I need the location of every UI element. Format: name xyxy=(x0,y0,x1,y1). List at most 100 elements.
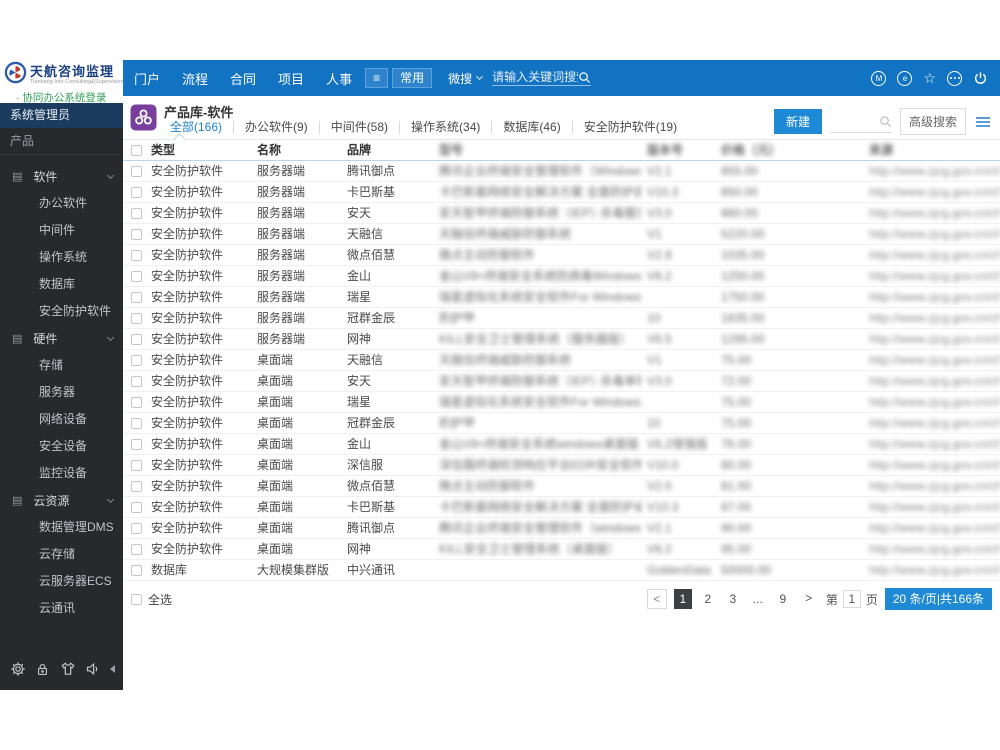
sidebar-item-2[interactable]: 操作系统 xyxy=(0,244,123,271)
row-checkbox[interactable] xyxy=(131,438,142,450)
global-search-input[interactable] xyxy=(492,70,579,84)
row-checkbox[interactable] xyxy=(131,543,142,555)
table-row[interactable]: 安全防护软件 桌面端 深信服 深信服终端检测响应平台EDR安全软件 V10.0 … xyxy=(123,455,1000,476)
row-checkbox[interactable] xyxy=(131,564,142,576)
contact-icon[interactable]: e xyxy=(897,70,913,86)
table-row[interactable]: 安全防护软件 桌面端 金山 金山V8+终端安全系统windows桌面版 V6.2… xyxy=(123,434,1000,455)
row-checkbox[interactable] xyxy=(131,270,142,282)
table-row[interactable]: 安全防护软件 服务器端 卡巴斯基 卡巴斯基网络安全解决方案 全面防护高级版（KL… xyxy=(123,182,1000,203)
page-number-1[interactable]: 2 xyxy=(699,589,717,609)
theme-shirt-icon[interactable] xyxy=(60,661,76,677)
favorites-star-icon[interactable]: ☆ xyxy=(923,70,936,86)
sidebar-item-2[interactable]: 云服务器ECS xyxy=(0,568,123,595)
table-row[interactable]: 安全防护软件 服务器端 金山 金山V8+终端安全系统防病毒Windows服务器版… xyxy=(123,266,1000,287)
sidebar-item-1[interactable]: 服务器 xyxy=(0,379,123,406)
sidebar-section-header-0[interactable]: ▤ 软件 xyxy=(0,163,123,190)
sidebar-module-product[interactable]: 产品 xyxy=(0,128,123,155)
table-row[interactable]: 安全防护软件 服务器端 冠群金辰 豹护甲 10 1835.00 http://w… xyxy=(123,308,1000,329)
advanced-search-button[interactable]: 高级搜索 xyxy=(899,108,966,135)
table-row[interactable]: 安全防护软件 桌面端 瑞星 瑞星虚拟化系统安全软件For Windows桌面版 … xyxy=(123,392,1000,413)
table-row[interactable]: 安全防护软件 桌面端 冠群金辰 豹护甲 10 75.00 http://www.… xyxy=(123,413,1000,434)
table-row[interactable]: 安全防护软件 桌面端 网神 KILL安全卫士管理系统（桌面版） V6.2 95.… xyxy=(123,539,1000,560)
sidebar-section-header-1[interactable]: ▤ 硬件 xyxy=(0,325,123,352)
next-page-button[interactable]: > xyxy=(799,589,819,609)
tab-5[interactable]: 安全防护软件(19) xyxy=(571,120,688,134)
nav-item-4[interactable]: 人事 xyxy=(326,69,352,88)
row-checkbox[interactable] xyxy=(131,186,142,198)
settings-gear-icon[interactable] xyxy=(10,661,26,677)
sidebar-item-2[interactable]: 网络设备 xyxy=(0,406,123,433)
prev-page-button[interactable]: < xyxy=(646,589,667,609)
sidebar-section-header-2[interactable]: ▤ 云资源 xyxy=(0,487,123,514)
table-row[interactable]: 安全防护软件 服务器端 腾讯御点 腾讯企业终端安全管理软件（Windows版） … xyxy=(123,161,1000,182)
more-icon[interactable] xyxy=(947,70,962,86)
sound-speaker-icon[interactable] xyxy=(85,661,101,677)
list-view-icon[interactable] xyxy=(974,115,992,129)
sidebar-item-4[interactable]: 监控设备 xyxy=(0,460,123,487)
sidebar-item-0[interactable]: 存储 xyxy=(0,352,123,379)
nav-item-1[interactable]: 流程 xyxy=(182,69,208,88)
search-scope-dropdown[interactable]: 微搜 xyxy=(448,70,484,87)
nav-item-pinned[interactable]: 常用 xyxy=(392,68,433,88)
row-checkbox[interactable] xyxy=(131,354,142,366)
row-checkbox[interactable] xyxy=(131,165,142,177)
sidebar-item-0[interactable]: 数据管理DMS xyxy=(0,514,123,541)
tab-4[interactable]: 数据库(46) xyxy=(491,120,571,134)
page-number-4[interactable]: 9 xyxy=(774,589,792,609)
sidebar-item-0[interactable]: 办公软件 xyxy=(0,190,123,217)
sidebar-item-3[interactable]: 云通讯 xyxy=(0,595,123,622)
sidebar-item-4[interactable]: 安全防护软件 xyxy=(0,298,123,325)
row-checkbox[interactable] xyxy=(131,459,142,471)
nav-item-0[interactable]: 门户 xyxy=(134,69,160,88)
nav-item-3[interactable]: 项目 xyxy=(278,69,304,88)
page-number-2[interactable]: 3 xyxy=(724,589,742,609)
tab-0[interactable]: 全部(166) xyxy=(159,120,233,134)
row-checkbox[interactable] xyxy=(131,312,142,324)
page-number-3[interactable]: ... xyxy=(749,589,767,609)
row-checkbox[interactable] xyxy=(131,396,142,408)
table-row[interactable]: 安全防护软件 桌面端 卡巴斯基 卡巴斯基网络安全解决方案 全面防护桌面版（KES… xyxy=(123,497,1000,518)
tab-2[interactable]: 中间件(58) xyxy=(318,120,399,134)
message-icon[interactable]: M xyxy=(871,70,887,86)
table-search-input[interactable] xyxy=(829,111,892,133)
table-row[interactable]: 安全防护软件 服务器端 微点佰慧 微点主动防御软件 V2.9 1035.00 h… xyxy=(123,245,1000,266)
page-number-0[interactable]: 1 xyxy=(673,589,692,609)
row-checkbox[interactable] xyxy=(131,501,142,513)
table-row[interactable]: 安全防护软件 桌面端 天融信 天融信终端威胁防御系统 V1 75.00 http… xyxy=(123,350,1000,371)
table-row[interactable]: 数据库 大规模集群版 中兴通讯 GoldenData s... 50000.00… xyxy=(123,560,1000,581)
row-checkbox[interactable] xyxy=(131,522,142,534)
row-checkbox[interactable] xyxy=(131,375,142,387)
table-row[interactable]: 安全防护软件 桌面端 腾讯御点 腾讯企业终端安全管理软件（windows版）V2… xyxy=(123,518,1000,539)
row-checkbox[interactable] xyxy=(131,333,142,345)
sidebar-item-1[interactable]: 云存储 xyxy=(0,541,123,568)
tab-1[interactable]: 办公软件(9) xyxy=(233,120,319,134)
power-icon[interactable] xyxy=(973,71,988,86)
table-row[interactable]: 安全防护软件 服务器端 瑞星 瑞星虚拟化系统安全软件For Windows服务器… xyxy=(123,287,1000,308)
new-button[interactable]: 新建 xyxy=(773,109,822,134)
row-checkbox[interactable] xyxy=(131,228,142,240)
search-icon[interactable] xyxy=(578,71,591,84)
select-all-checkbox-header[interactable] xyxy=(131,144,142,156)
table-row[interactable]: 安全防护软件 桌面端 安天 安天智甲终端防御系统（IEP）·杀毒单机版 V3.0… xyxy=(123,371,1000,392)
sidebar-item-1[interactable]: 中间件 xyxy=(0,217,123,244)
row-checkbox[interactable] xyxy=(131,249,142,261)
row-checkbox[interactable] xyxy=(131,207,142,219)
row-checkbox[interactable] xyxy=(131,480,142,492)
page-size-info-badge[interactable]: 20 条/页|共166条 xyxy=(884,588,992,610)
jump-page-input[interactable]: 1 xyxy=(842,590,861,608)
collapse-sidebar-icon[interactable] xyxy=(110,665,115,673)
table-row[interactable]: 安全防护软件 服务器端 网神 KILL安全卫士管理系统（服务器版） V6.5 1… xyxy=(123,329,1000,350)
table-row[interactable]: 安全防护软件 桌面端 微点佰慧 微点主动防御软件 V2.0 81.00 http… xyxy=(123,476,1000,497)
nav-menu-icon[interactable]: ≡ xyxy=(365,68,389,88)
sidebar-item-3[interactable]: 安全设备 xyxy=(0,433,123,460)
nav-item-2[interactable]: 合同 xyxy=(230,69,256,88)
row-checkbox[interactable] xyxy=(131,417,142,429)
user-role-label[interactable]: 系统管理员 xyxy=(0,103,123,128)
tab-3[interactable]: 操作系统(34) xyxy=(399,120,491,134)
select-all-checkbox[interactable] xyxy=(131,593,142,605)
lock-icon[interactable] xyxy=(35,662,50,677)
row-checkbox[interactable] xyxy=(131,291,142,303)
select-all-control[interactable]: 全选 xyxy=(123,591,172,608)
table-row[interactable]: 安全防护软件 服务器端 天融信 天融信终端威胁防御系统 V1 5220.00 h… xyxy=(123,224,1000,245)
sidebar-item-3[interactable]: 数据库 xyxy=(0,271,123,298)
